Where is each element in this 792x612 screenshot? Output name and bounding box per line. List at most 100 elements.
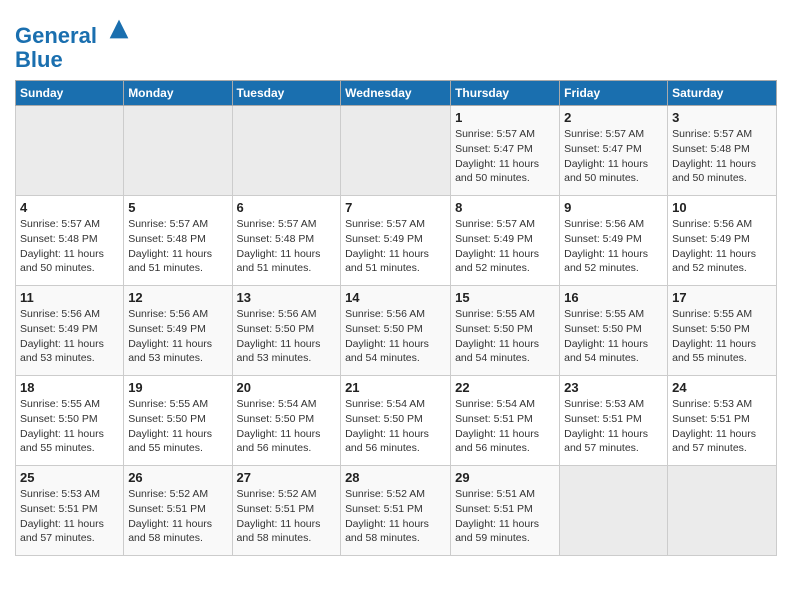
weekday-header-saturday: Saturday (668, 81, 777, 106)
calendar-cell: 24Sunrise: 5:53 AM Sunset: 5:51 PM Dayli… (668, 376, 777, 466)
calendar-cell: 11 Sunrise: 5:56 AM Sunset: 5:49 PM Dayli… (16, 286, 124, 376)
day-number: 4 (20, 200, 119, 215)
day-info: Sunrise: 5:57 AM Sunset: 5:47 PM Dayligh… (455, 127, 555, 186)
calendar-cell: 16Sunrise: 5:55 AM Sunset: 5:50 PM Dayli… (560, 286, 668, 376)
day-info: Sunrise: 5:56 AM Sunset: 5:50 PM Dayligh… (345, 307, 446, 366)
day-number: 14 (345, 290, 446, 305)
calendar-cell: 5 Sunrise: 5:57 AM Sunset: 5:48 PM Daylig… (124, 196, 232, 286)
day-info: Sunrise: 5:56 AM Sunset: 5:49 PM Dayligh… (672, 217, 772, 276)
calendar-cell: 20 Sunrise: 5:54 AM Sunset: 5:50 PM Dayli… (232, 376, 341, 466)
calendar-table: SundayMondayTuesdayWednesdayThursdayFrid… (15, 80, 777, 556)
weekday-header-sunday: Sunday (16, 81, 124, 106)
day-info: Sunrise: 5:57 AM Sunset: 5:47 PM Dayligh… (564, 127, 663, 186)
weekday-header-monday: Monday (124, 81, 232, 106)
logo: General Blue (15, 15, 133, 72)
calendar-cell: 19 Sunrise: 5:55 AM Sunset: 5:50 PM Dayli… (124, 376, 232, 466)
calendar-cell (668, 466, 777, 556)
calendar-cell (560, 466, 668, 556)
day-info: Sunrise: 5:57 AM Sunset: 5:49 PM Dayligh… (455, 217, 555, 276)
day-number: 11 (20, 290, 119, 305)
logo-general: General (15, 23, 97, 48)
calendar-cell: 8Sunrise: 5:57 AM Sunset: 5:49 PM Daylig… (451, 196, 560, 286)
day-number: 3 (672, 110, 772, 125)
calendar-cell: 15Sunrise: 5:55 AM Sunset: 5:50 PM Dayli… (451, 286, 560, 376)
day-info: Sunrise: 5:57 AM Sunset: 5:48 PM Dayligh… (672, 127, 772, 186)
day-number: 1 (455, 110, 555, 125)
weekday-header-friday: Friday (560, 81, 668, 106)
calendar-cell: 25 Sunrise: 5:53 AM Sunset: 5:51 PM Dayli… (16, 466, 124, 556)
calendar-cell: 17 Sunrise: 5:55 AM Sunset: 5:50 PM Dayli… (668, 286, 777, 376)
day-info: Sunrise: 5:55 AM Sunset: 5:50 PM Dayligh… (672, 307, 772, 366)
day-info: Sunrise: 5:56 AM Sunset: 5:49 PM Dayligh… (564, 217, 663, 276)
day-number: 12 (128, 290, 227, 305)
week-row-4: 18Sunrise: 5:55 AM Sunset: 5:50 PM Dayli… (16, 376, 777, 466)
day-number: 28 (345, 470, 446, 485)
day-info: Sunrise: 5:54 AM Sunset: 5:50 PM Dayligh… (345, 397, 446, 456)
day-info: Sunrise: 5:57 AM Sunset: 5:48 PM Dayligh… (20, 217, 119, 276)
weekday-header-wednesday: Wednesday (341, 81, 451, 106)
day-info: Sunrise: 5:52 AM Sunset: 5:51 PM Dayligh… (237, 487, 337, 546)
day-info: Sunrise: 5:55 AM Sunset: 5:50 PM Dayligh… (20, 397, 119, 456)
day-number: 7 (345, 200, 446, 215)
calendar-cell: 21 Sunrise: 5:54 AM Sunset: 5:50 PM Dayli… (341, 376, 451, 466)
day-number: 5 (128, 200, 227, 215)
week-row-5: 25 Sunrise: 5:53 AM Sunset: 5:51 PM Dayli… (16, 466, 777, 556)
day-info: Sunrise: 5:52 AM Sunset: 5:51 PM Dayligh… (128, 487, 227, 546)
logo-blue: Blue (15, 47, 63, 72)
calendar-cell: 6Sunrise: 5:57 AM Sunset: 5:48 PM Daylig… (232, 196, 341, 286)
day-info: Sunrise: 5:52 AM Sunset: 5:51 PM Dayligh… (345, 487, 446, 546)
calendar-cell: 9 Sunrise: 5:56 AM Sunset: 5:49 PM Daylig… (560, 196, 668, 286)
calendar-cell: 7 Sunrise: 5:57 AM Sunset: 5:49 PM Daylig… (341, 196, 451, 286)
calendar-cell (124, 106, 232, 196)
day-info: Sunrise: 5:53 AM Sunset: 5:51 PM Dayligh… (672, 397, 772, 456)
week-row-2: 4 Sunrise: 5:57 AM Sunset: 5:48 PM Daylig… (16, 196, 777, 286)
calendar-cell: 13 Sunrise: 5:56 AM Sunset: 5:50 PM Dayli… (232, 286, 341, 376)
day-number: 27 (237, 470, 337, 485)
day-info: Sunrise: 5:56 AM Sunset: 5:50 PM Dayligh… (237, 307, 337, 366)
calendar-cell: 10 Sunrise: 5:56 AM Sunset: 5:49 PM Dayli… (668, 196, 777, 286)
day-info: Sunrise: 5:57 AM Sunset: 5:48 PM Dayligh… (128, 217, 227, 276)
calendar-cell: 26Sunrise: 5:52 AM Sunset: 5:51 PM Dayli… (124, 466, 232, 556)
day-number: 9 (564, 200, 663, 215)
day-info: Sunrise: 5:55 AM Sunset: 5:50 PM Dayligh… (128, 397, 227, 456)
calendar-cell: 28 Sunrise: 5:52 AM Sunset: 5:51 PM Dayli… (341, 466, 451, 556)
day-info: Sunrise: 5:55 AM Sunset: 5:50 PM Dayligh… (564, 307, 663, 366)
day-number: 13 (237, 290, 337, 305)
day-number: 15 (455, 290, 555, 305)
calendar-cell (341, 106, 451, 196)
calendar-cell: 29 Sunrise: 5:51 AM Sunset: 5:51 PM Dayli… (451, 466, 560, 556)
day-number: 10 (672, 200, 772, 215)
day-info: Sunrise: 5:56 AM Sunset: 5:49 PM Dayligh… (128, 307, 227, 366)
day-info: Sunrise: 5:53 AM Sunset: 5:51 PM Dayligh… (20, 487, 119, 546)
day-number: 23 (564, 380, 663, 395)
day-number: 25 (20, 470, 119, 485)
day-info: Sunrise: 5:51 AM Sunset: 5:51 PM Dayligh… (455, 487, 555, 546)
day-info: Sunrise: 5:53 AM Sunset: 5:51 PM Dayligh… (564, 397, 663, 456)
day-number: 2 (564, 110, 663, 125)
day-number: 29 (455, 470, 555, 485)
day-info: Sunrise: 5:54 AM Sunset: 5:50 PM Dayligh… (237, 397, 337, 456)
calendar-cell: 27 Sunrise: 5:52 AM Sunset: 5:51 PM Dayli… (232, 466, 341, 556)
day-info: Sunrise: 5:56 AM Sunset: 5:49 PM Dayligh… (20, 307, 119, 366)
day-number: 19 (128, 380, 227, 395)
calendar-cell: 1 Sunrise: 5:57 AM Sunset: 5:47 PM Daylig… (451, 106, 560, 196)
day-number: 22 (455, 380, 555, 395)
calendar-cell: 2 Sunrise: 5:57 AM Sunset: 5:47 PM Daylig… (560, 106, 668, 196)
day-number: 20 (237, 380, 337, 395)
calendar-cell: 22 Sunrise: 5:54 AM Sunset: 5:51 PM Dayli… (451, 376, 560, 466)
weekday-header-thursday: Thursday (451, 81, 560, 106)
day-number: 21 (345, 380, 446, 395)
calendar-cell: 14 Sunrise: 5:56 AM Sunset: 5:50 PM Dayli… (341, 286, 451, 376)
day-info: Sunrise: 5:57 AM Sunset: 5:48 PM Dayligh… (237, 217, 337, 276)
day-info: Sunrise: 5:57 AM Sunset: 5:49 PM Dayligh… (345, 217, 446, 276)
week-row-3: 11 Sunrise: 5:56 AM Sunset: 5:49 PM Dayli… (16, 286, 777, 376)
day-number: 17 (672, 290, 772, 305)
week-row-1: 1 Sunrise: 5:57 AM Sunset: 5:47 PM Daylig… (16, 106, 777, 196)
weekday-header-tuesday: Tuesday (232, 81, 341, 106)
calendar-cell: 23 Sunrise: 5:53 AM Sunset: 5:51 PM Dayli… (560, 376, 668, 466)
logo-icon (105, 15, 133, 43)
calendar-cell: 18Sunrise: 5:55 AM Sunset: 5:50 PM Dayli… (16, 376, 124, 466)
weekday-header-row: SundayMondayTuesdayWednesdayThursdayFrid… (16, 81, 777, 106)
calendar-cell (232, 106, 341, 196)
day-info: Sunrise: 5:54 AM Sunset: 5:51 PM Dayligh… (455, 397, 555, 456)
